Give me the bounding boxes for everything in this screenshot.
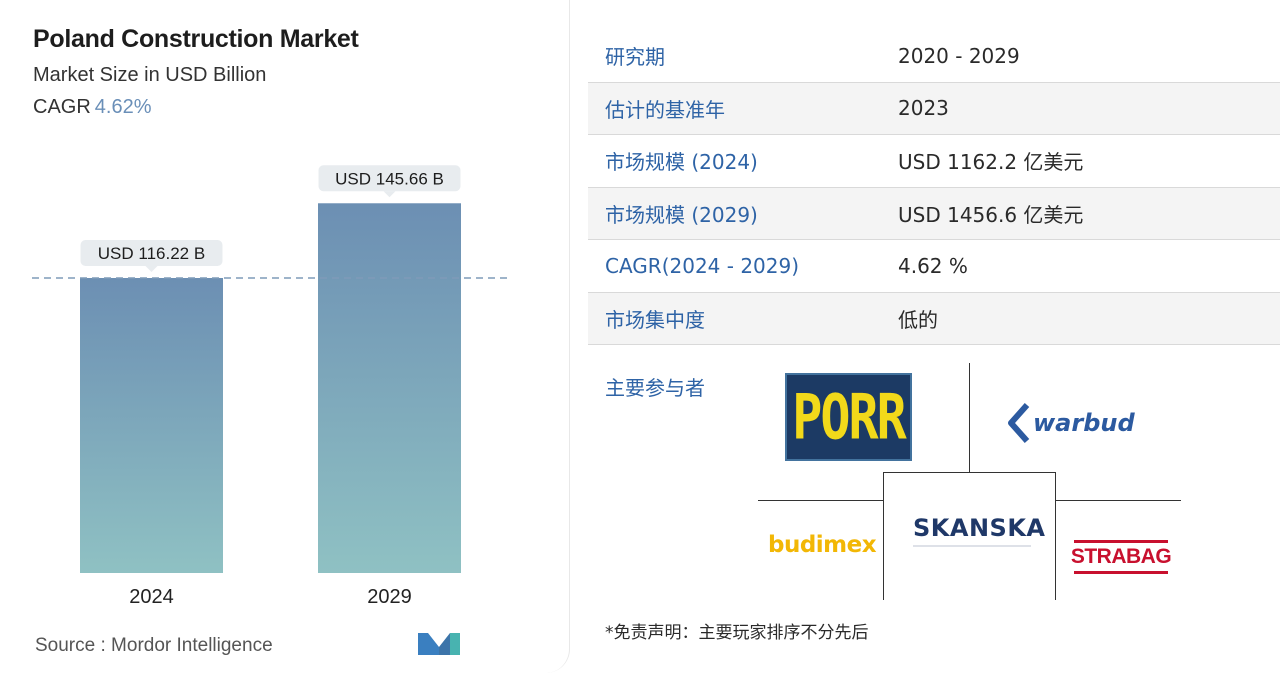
warbud-logo: warbud [1005,398,1140,448]
grid-divider [969,363,970,473]
chart-card: Poland Construction Market Market Size i… [0,0,570,673]
grid-divider [883,472,884,600]
row-value: USD 1162.2 亿美元 [898,150,1084,175]
table-row: 市场集中度 低的 [588,292,1280,345]
porr-logo-text: PORR [792,380,906,454]
porr-logo: PORR [785,373,912,461]
warbud-chevron-icon [1008,403,1030,443]
row-value: 4.62 % [898,253,968,278]
table-row: 市场规模 (2029) USD 1456.6 亿美元 [588,187,1280,240]
row-value: 2020 - 2029 [898,43,1020,68]
grid-divider [1055,500,1181,501]
row-key: CAGR(2024 - 2029) [605,253,800,278]
table-row: CAGR(2024 - 2029) 4.62 % [588,240,1280,293]
row-value: 低的 [898,307,938,332]
warbud-logo-text: warbud [1033,409,1135,437]
market-summary-table: 研究期 2020 - 2029 估计的基准年 2023 市场规模 (2024) USD 1… [588,30,1280,345]
strabag-logo: STRABAG [1070,540,1172,574]
mordor-intelligence-logo-icon [418,633,460,655]
data-label-pointer [383,191,396,198]
data-label-pointer [145,266,158,272]
row-key: 市场规模 (2024) [605,150,758,175]
bar-2024 [80,278,223,573]
row-value: USD 1456.6 亿美元 [898,202,1084,227]
table-row: 市场规模 (2024) USD 1162.2 亿美元 [588,135,1280,188]
x-tick-label: 2029 [367,586,412,608]
source-label: Source : [35,635,106,656]
data-label: USD 116.22 B [98,244,205,263]
row-key: 市场集中度 [605,307,705,332]
data-label: USD 145.66 B [335,169,444,188]
grid-divider [1055,472,1056,600]
skanska-underline [913,545,1031,547]
row-key: 研究期 [605,45,665,70]
bar-chart: 2024 USD 116.22 B 2029 USD 145.66 B [32,165,510,608]
row-value: 2023 [898,96,949,121]
disclaimer-text: *免责声明：主要玩家排序不分先后 [605,623,869,643]
key-players-label: 主要参与者 [605,376,705,400]
budimex-logo: budimex [768,532,877,558]
source-text: Source : Mordor Intelligence [35,635,273,657]
grid-divider [758,500,883,501]
row-key: 估计的基准年 [605,97,725,122]
strabag-logo-text: STRABAG [1070,545,1172,568]
grid-divider [883,472,1055,473]
table-row: 研究期 2020 - 2029 [588,30,1280,83]
skanska-logo: SKANSKA [913,514,1046,542]
table-row: 估计的基准年 2023 [588,82,1280,135]
source-name: Mordor Intelligence [111,635,273,656]
row-key: 市场规模 (2029) [605,202,758,227]
bar-2029 [318,203,461,573]
x-tick-label: 2024 [129,586,174,608]
